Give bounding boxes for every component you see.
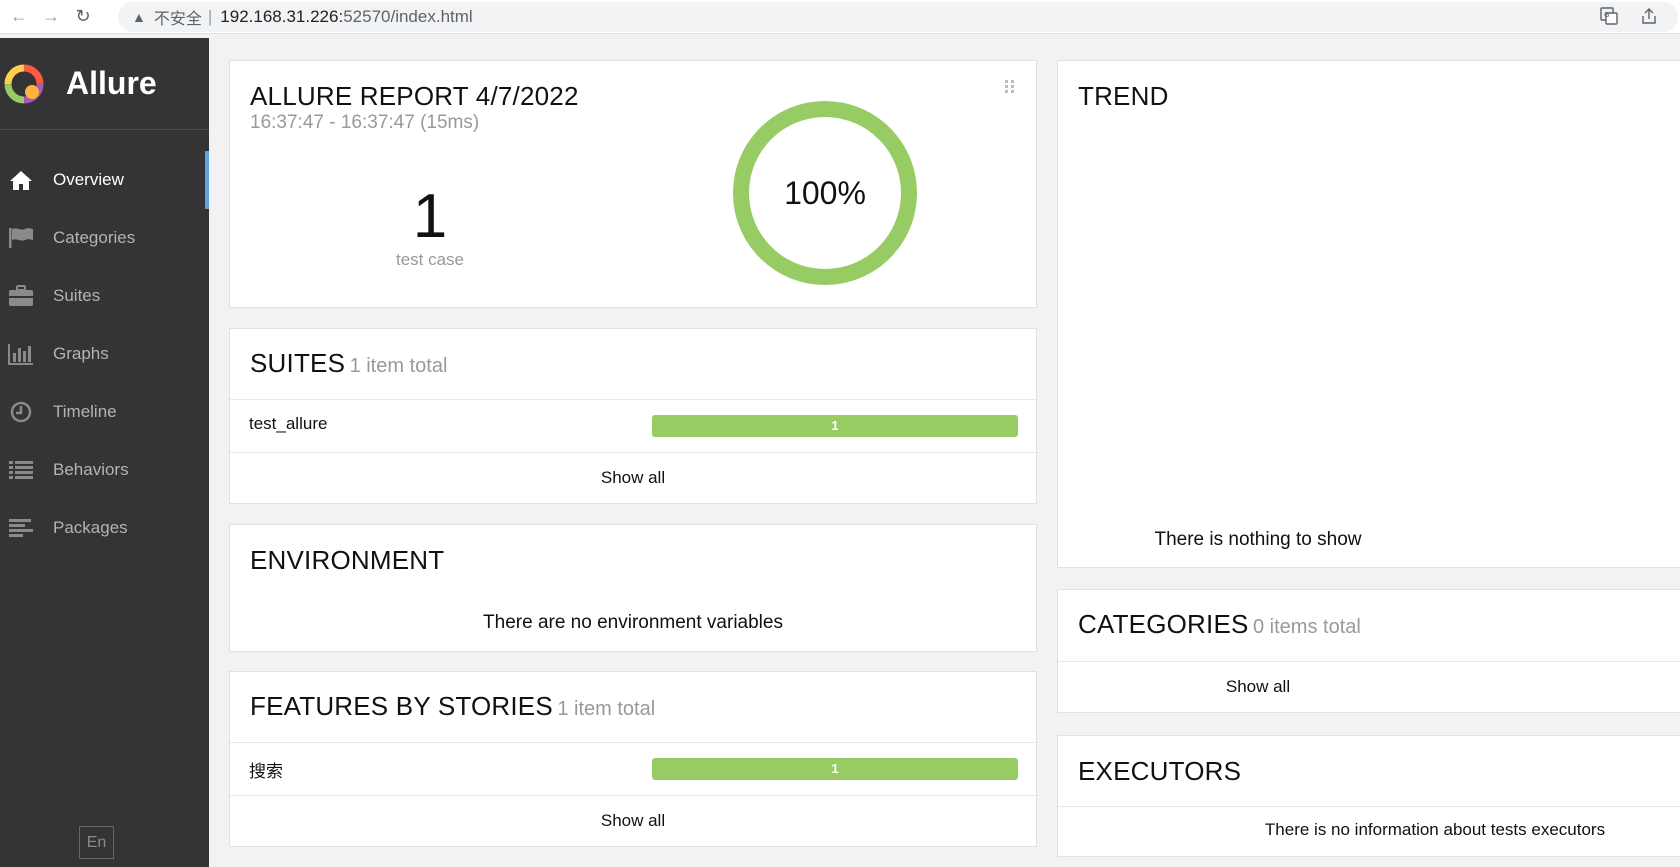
- briefcase-icon: [8, 284, 34, 308]
- flag-icon: [8, 226, 34, 250]
- features-widget: FEATURES BY STORIES 1 item total 搜索 1 Sh…: [229, 671, 1037, 847]
- divider: [230, 452, 1036, 453]
- executors-widget: EXECUTORS There is no information about …: [1057, 735, 1680, 857]
- bar-chart-icon: [8, 342, 34, 366]
- environment-title: ENVIRONMENT: [250, 545, 445, 575]
- browser-toolbar: ← → ↻ ▲ 不安全 | 192.168.31.226: 52570/index…: [0, 0, 1680, 34]
- url-path: 52570/index.html: [343, 7, 473, 26]
- categories-widget: CATEGORIES 0 items total Show all: [1057, 589, 1680, 713]
- features-count: 1 item total: [557, 698, 656, 720]
- omnibox-actions: G: [1600, 7, 1658, 30]
- sidebar-item-label: Timeline: [53, 402, 117, 421]
- forward-arrow-icon[interactable]: →: [38, 4, 64, 30]
- suites-heading: SUITES 1 item total: [250, 348, 447, 379]
- summary-widget: ALLURE REPORT 4/7/2022 16:37:47 - 16:37:…: [229, 60, 1037, 308]
- divider: [230, 795, 1036, 796]
- address-bar[interactable]: ▲ 不安全 | 192.168.31.226: 52570/index.html …: [118, 2, 1678, 32]
- sidebar-item-behaviors[interactable]: Behaviors: [0, 441, 209, 499]
- suite-name: test_allure: [249, 414, 328, 433]
- back-arrow-icon[interactable]: ←: [6, 4, 32, 30]
- categories-count: 0 items total: [1253, 616, 1361, 638]
- sidebar-item-categories[interactable]: Categories: [0, 209, 209, 267]
- trend-empty-message: There is nothing to show: [1154, 529, 1362, 550]
- home-icon: [8, 168, 34, 192]
- brand-name: Allure: [66, 65, 157, 101]
- reload-icon[interactable]: ↻: [70, 4, 96, 30]
- report-time-range: 16:37:47 - 16:37:47 (15ms): [250, 112, 480, 133]
- address-separator: |: [207, 7, 213, 26]
- translate-icon[interactable]: G: [1600, 7, 1618, 30]
- features-heading: FEATURES BY STORIES 1 item total: [250, 691, 655, 722]
- sidebar-item-packages[interactable]: Packages: [0, 499, 209, 557]
- sidebar: Allure Overview Categories Suites Graphs: [0, 38, 209, 867]
- language-switch-button[interactable]: En: [79, 826, 114, 859]
- main-content: ALLURE REPORT 4/7/2022 16:37:47 - 16:37:…: [209, 38, 1680, 867]
- features-show-all-link[interactable]: Show all: [230, 811, 1036, 831]
- feature-name: 搜索: [249, 762, 283, 781]
- trend-title: TREND: [1078, 81, 1169, 111]
- sidebar-item-label: Suites: [53, 286, 101, 305]
- align-left-icon: [8, 516, 34, 540]
- success-percent: 100%: [784, 175, 866, 211]
- categories-show-all-link[interactable]: Show all: [1058, 677, 1458, 697]
- url-host: 192.168.31.226:: [220, 7, 344, 26]
- drag-handle-icon[interactable]: [1004, 79, 1016, 95]
- report-title: ALLURE REPORT 4/7/2022: [250, 81, 579, 111]
- sidebar-item-label: Behaviors: [53, 460, 129, 479]
- sidebar-menu: Overview Categories Suites Graphs Timeli…: [0, 151, 209, 557]
- environment-widget: ENVIRONMENT There are no environment var…: [229, 524, 1037, 652]
- sidebar-item-label: Categories: [53, 228, 136, 247]
- security-warning[interactable]: 不安全: [154, 5, 202, 29]
- features-title: FEATURES BY STORIES: [250, 691, 553, 721]
- trend-widget: TREND There is nothing to show: [1057, 60, 1680, 568]
- sidebar-item-label: Overview: [53, 170, 124, 189]
- test-count-label: test case: [395, 250, 465, 269]
- suites-widget: SUITES 1 item total test_allure 1 Show a…: [229, 328, 1037, 504]
- share-icon[interactable]: [1640, 7, 1658, 30]
- suite-row[interactable]: test_allure 1: [230, 400, 1036, 452]
- sidebar-item-suites[interactable]: Suites: [0, 267, 209, 325]
- warning-icon: ▲: [132, 9, 146, 25]
- svg-text:G: G: [1604, 11, 1609, 19]
- environment-empty-message: There are no environment variables: [483, 612, 783, 633]
- feature-row[interactable]: 搜索 1: [230, 743, 1036, 795]
- test-count: 1: [412, 182, 448, 251]
- executors-title: EXECUTORS: [1078, 756, 1242, 786]
- sidebar-item-overview[interactable]: Overview: [0, 151, 209, 209]
- sidebar-item-graphs[interactable]: Graphs: [0, 325, 209, 383]
- sidebar-item-timeline[interactable]: Timeline: [0, 383, 209, 441]
- categories-title: CATEGORIES: [1078, 609, 1249, 639]
- divider: [1058, 806, 1680, 807]
- sidebar-item-label: Packages: [53, 518, 128, 537]
- sidebar-item-label: Graphs: [53, 344, 109, 363]
- suites-title: SUITES: [250, 348, 346, 378]
- suites-count: 1 item total: [349, 355, 448, 377]
- suites-show-all-link[interactable]: Show all: [230, 468, 1036, 488]
- brand[interactable]: Allure: [0, 38, 209, 130]
- list-icon: [8, 458, 34, 482]
- divider: [1058, 661, 1680, 662]
- executors-empty-message: There is no information about tests exec…: [1264, 820, 1606, 839]
- feature-status-bar: 1: [652, 758, 1018, 780]
- clock-icon: [8, 400, 34, 424]
- allure-logo-icon: [4, 64, 44, 103]
- categories-heading: CATEGORIES 0 items total: [1078, 609, 1361, 640]
- suite-status-bar: 1: [652, 415, 1018, 437]
